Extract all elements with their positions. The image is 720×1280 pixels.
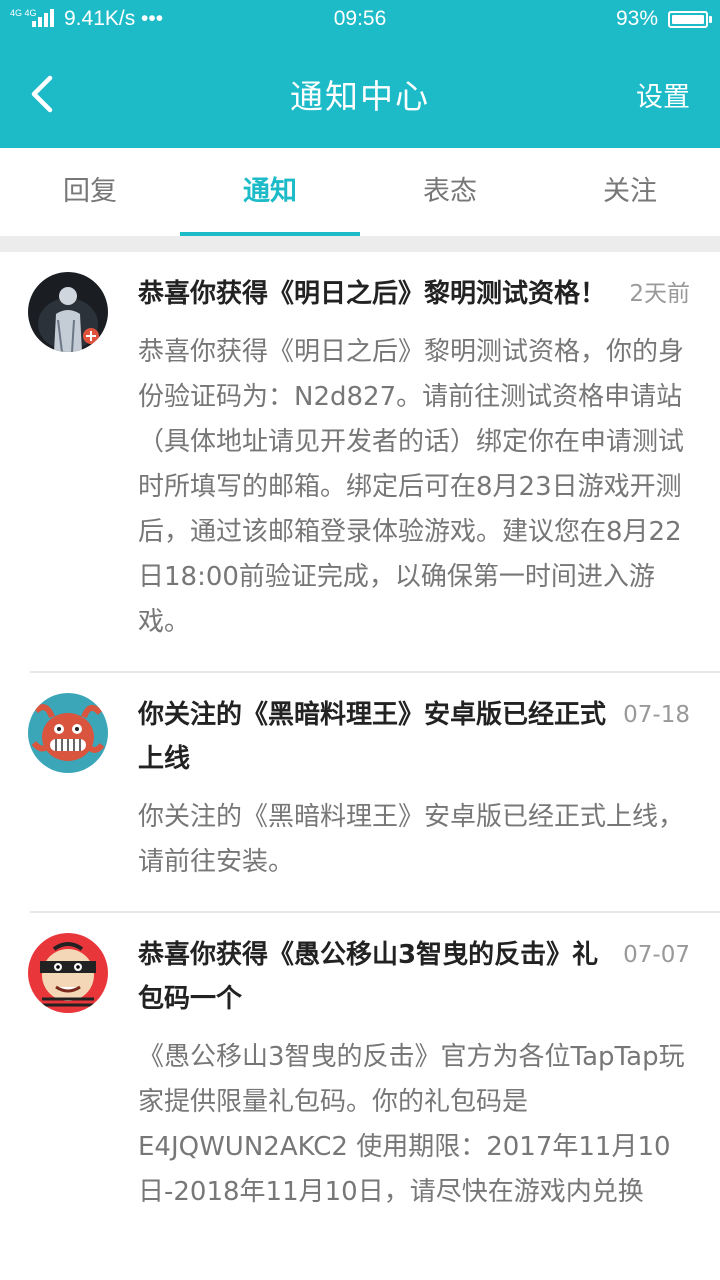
battery-percent: 93% (615, 7, 658, 30)
silhouette-avatar[interactable] (28, 272, 108, 352)
bandit-avatar[interactable] (28, 933, 108, 1013)
page-title: 通知中心 (290, 77, 430, 116)
list-item[interactable]: 恭喜你获得《明日之后》黎明测试资格！ 2天前 恭喜你获得《明日之后》黎明测试资格… (0, 252, 720, 671)
tab-notifications[interactable]: 通知 (180, 148, 360, 236)
notification-body: 你关注的《黑暗料理王》安卓版已经正式上线，请前往安装。 (138, 802, 685, 877)
notification-title: 你关注的《黑暗料理王》安卓版已经正式上线 (138, 700, 607, 774)
tab-follows[interactable]: 关注 (540, 148, 720, 236)
notification-date: 2天前 (629, 281, 690, 307)
header: 通知中心 设置 (0, 38, 720, 148)
notification-title: 恭喜你获得《愚公移山3智曳的反击》礼包码一个 (138, 940, 599, 1014)
tab-replies[interactable]: 回复 (0, 148, 180, 236)
list-item[interactable]: 恭喜你获得《愚公移山3智曳的反击》礼包码一个 07-07 《愚公移山3智曳的反击… (28, 911, 720, 1241)
battery-icon (668, 11, 712, 28)
tab-reactions[interactable]: 表态 (360, 148, 540, 236)
notification-title: 恭喜你获得《明日之后》黎明测试资格！ (138, 279, 607, 309)
notification-date: 07-18 (623, 702, 690, 728)
divider (0, 236, 720, 252)
notification-date: 07-07 (623, 942, 690, 968)
settings-button[interactable]: 设置 (636, 75, 690, 114)
list-item[interactable]: 你关注的《黑暗料理王》安卓版已经正式上线 07-18 你关注的《黑暗料理王》安卓… (28, 671, 720, 911)
tab-bar: 回复 通知 表态 关注 (0, 148, 720, 236)
octopus-avatar[interactable] (28, 693, 108, 773)
clock: 09:56 (333, 7, 387, 30)
notification-list: 恭喜你获得《明日之后》黎明测试资格！ 2天前 恭喜你获得《明日之后》黎明测试资格… (0, 252, 720, 1280)
notification-body: 《愚公移山3智曳的反击》官方为各位TapTap玩家提供限量礼包码。你的礼包码是E… (138, 1042, 685, 1207)
status-bar: 4G 4G 9.41K/s ••• 09:56 93% (0, 0, 720, 38)
notification-body: 恭喜你获得《明日之后》黎明测试资格，你的身份验证码为：N2d827。请前往测试资… (138, 337, 685, 637)
